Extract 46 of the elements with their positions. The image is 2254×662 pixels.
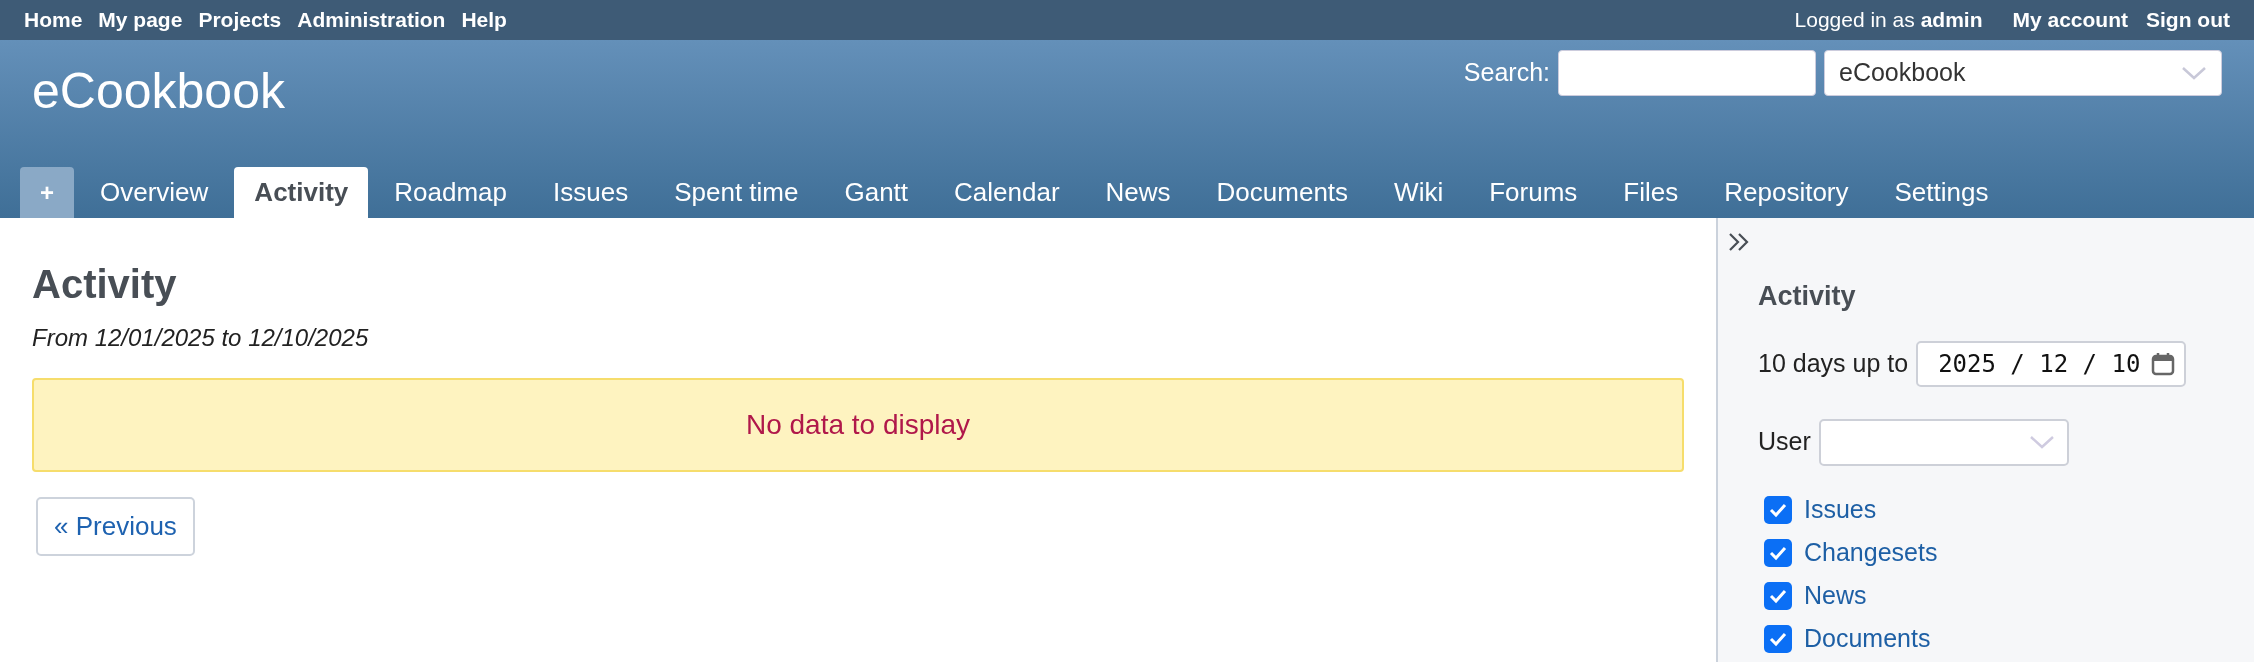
menu-link[interactable]: Projects xyxy=(198,4,282,36)
menu-link[interactable]: Administration xyxy=(297,4,446,36)
chevron-down-icon xyxy=(2028,434,2055,450)
menu-link[interactable]: Help xyxy=(461,4,507,36)
filter-link[interactable]: Changesets xyxy=(1804,533,1938,572)
tab[interactable]: Issues xyxy=(533,167,649,218)
user-label: User xyxy=(1758,426,1811,458)
calendar-icon[interactable] xyxy=(2150,350,2177,377)
date-range-text: From 12/01/2025 to 12/10/2025 xyxy=(32,323,370,353)
checkbox[interactable] xyxy=(1764,495,1792,524)
days-label: 10 days up to xyxy=(1758,347,1909,379)
checkbox[interactable] xyxy=(1764,624,1792,653)
collapse-sidebar-icon[interactable] xyxy=(1728,232,1750,252)
menu-link[interactable]: My page xyxy=(98,4,183,36)
tab[interactable]: News xyxy=(1085,167,1191,218)
sidebar-title: Activity xyxy=(1758,280,1857,313)
tab[interactable]: Activity xyxy=(234,167,369,218)
checkbox[interactable] xyxy=(1764,538,1792,567)
tab[interactable]: Spent time xyxy=(654,167,819,218)
logged-in-text: Logged in as admin xyxy=(1794,7,1983,34)
filter-link[interactable]: Issues xyxy=(1804,490,1877,529)
tab[interactable]: Repository xyxy=(1704,167,1869,218)
menu-link[interactable]: Home xyxy=(24,4,83,36)
tab[interactable]: Files xyxy=(1603,167,1699,218)
previous-button[interactable]: « Previous xyxy=(36,497,195,556)
checkbox[interactable] xyxy=(1764,581,1792,610)
date-field[interactable]: 2025 / 12 / 10 xyxy=(1916,340,2187,387)
tab[interactable]: Overview xyxy=(80,167,229,218)
project-title: eCookbook xyxy=(32,62,285,121)
tab[interactable]: Forums xyxy=(1469,167,1598,218)
tab[interactable]: Wiki xyxy=(1374,167,1464,218)
account-link[interactable]: My account xyxy=(2012,4,2128,36)
tab[interactable]: Settings xyxy=(1874,167,2009,218)
chevron-down-icon xyxy=(2181,65,2207,81)
project-select[interactable]: eCookbook xyxy=(1824,50,2222,96)
search-label: Search: xyxy=(1463,57,1550,89)
tab[interactable]: Roadmap xyxy=(374,167,527,218)
no-data-message: No data to display xyxy=(32,378,1684,472)
tab[interactable]: Gantt xyxy=(824,167,929,218)
account-link[interactable]: Sign out xyxy=(2146,4,2230,36)
tab[interactable]: Calendar xyxy=(934,167,1080,218)
filter-link[interactable]: News xyxy=(1804,576,1867,615)
search-field[interactable] xyxy=(1558,50,1816,96)
filter-link[interactable]: Documents xyxy=(1804,619,1931,658)
page-title: Activity xyxy=(32,262,178,306)
tab[interactable]: Documents xyxy=(1196,167,1369,218)
